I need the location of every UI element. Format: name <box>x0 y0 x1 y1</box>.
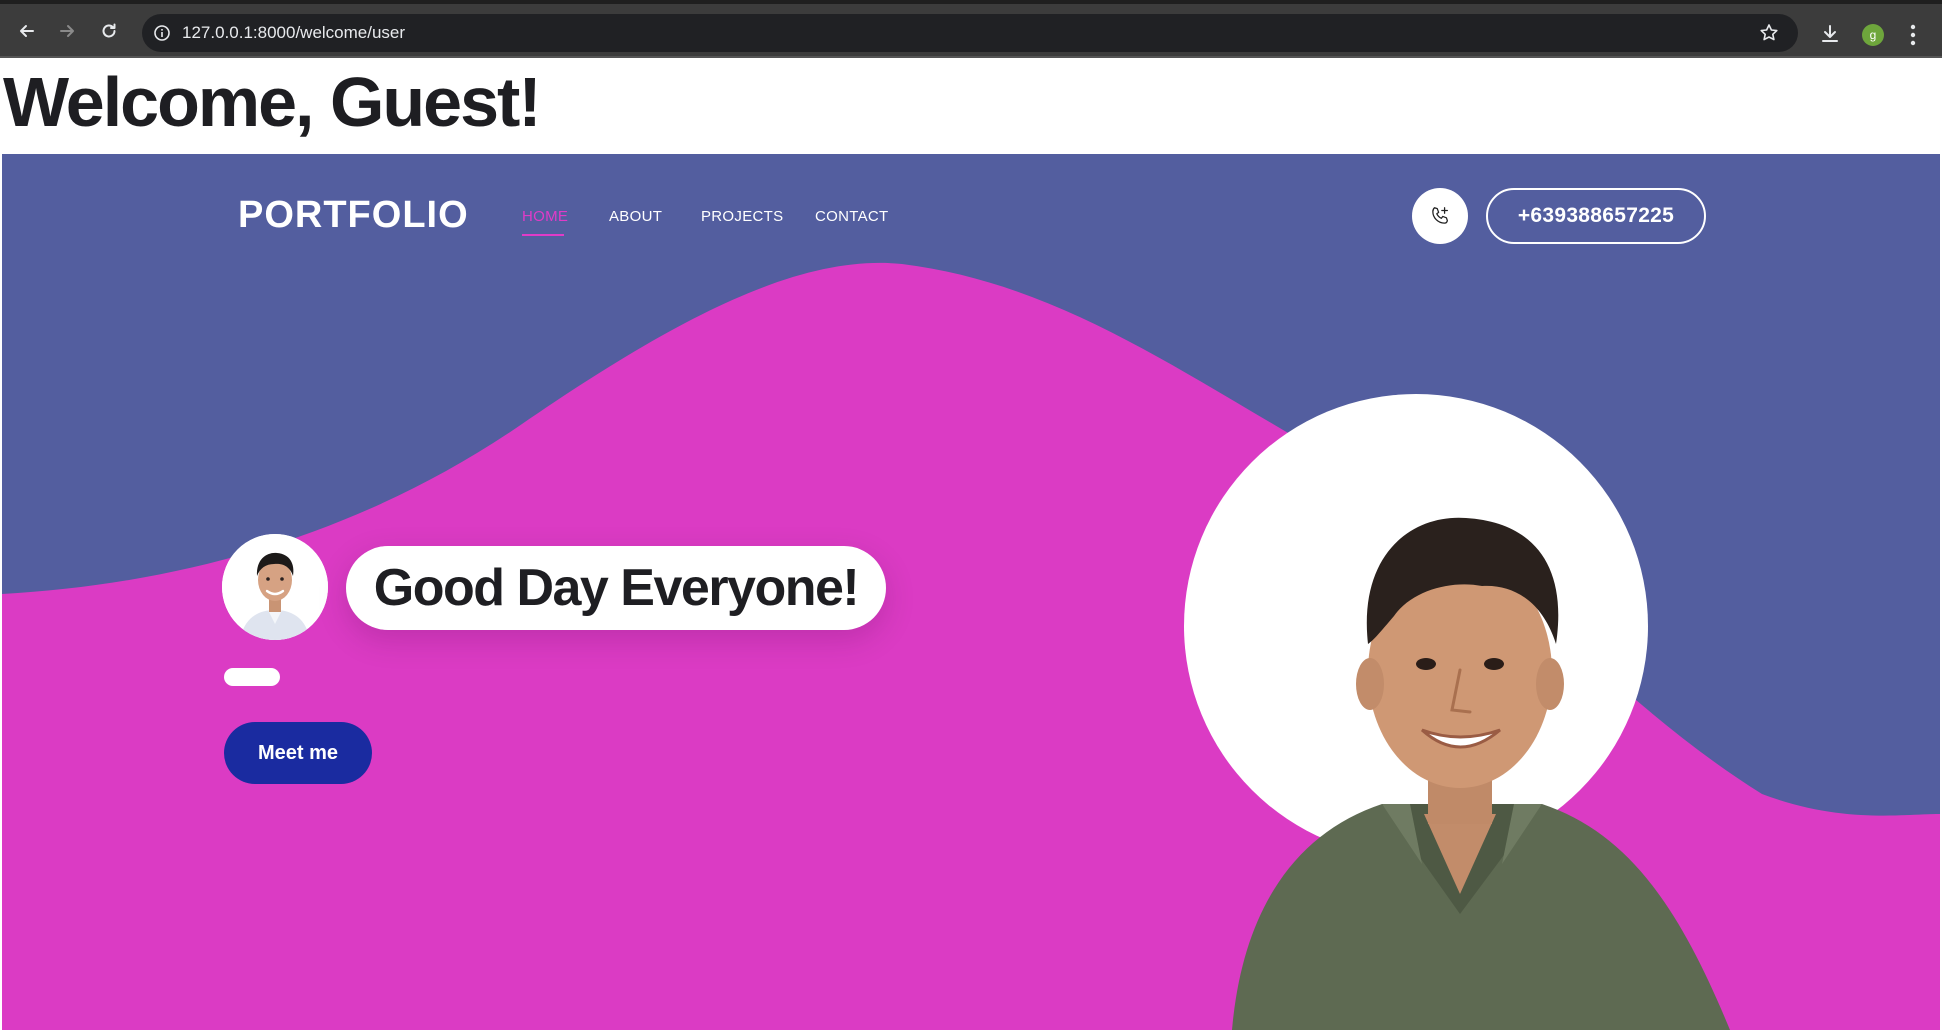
call-button[interactable] <box>1412 188 1468 244</box>
bookmark-star-icon[interactable] <box>1758 22 1780 44</box>
phone-call-icon <box>1432 207 1448 224</box>
browser-toolbar: 127.0.0.1:8000/welcome/user g <box>0 0 1942 58</box>
avatar <box>222 534 328 640</box>
greeting-text: Good Day Everyone! <box>373 559 860 617</box>
nav-active-underline <box>522 234 564 236</box>
nav-link-home[interactable]: HOME <box>522 208 568 225</box>
nav-link-about[interactable]: ABOUT <box>609 208 662 225</box>
site-info-icon[interactable] <box>152 23 172 43</box>
nav-link-contact[interactable]: CONTACT <box>815 208 888 225</box>
page-title: Welcome, Guest! <box>3 63 542 141</box>
more-menu-icon[interactable] <box>1903 22 1923 48</box>
hero-section: PORTFOLIO HOME ABOUT PROJECTS CONTACT +6… <box>2 154 1940 1030</box>
forward-button[interactable] <box>54 18 80 44</box>
url-text[interactable]: 127.0.0.1:8000/welcome/user <box>182 23 405 43</box>
meet-me-button[interactable]: Meet me <box>224 722 372 784</box>
download-icon[interactable] <box>1818 22 1842 46</box>
back-arrow-icon <box>20 25 34 37</box>
reload-icon <box>102 23 116 38</box>
reload-button[interactable] <box>96 18 122 44</box>
profile-avatar[interactable]: g <box>1862 24 1884 46</box>
address-bar[interactable]: 127.0.0.1:8000/welcome/user <box>142 14 1798 52</box>
forward-arrow-icon <box>60 25 74 37</box>
decorative-pill <box>224 668 280 686</box>
back-button[interactable] <box>14 18 40 44</box>
nav-link-projects[interactable]: PROJECTS <box>701 208 783 225</box>
site-logo[interactable]: PORTFOLIO <box>238 194 469 237</box>
profile-portrait <box>1184 394 1730 1030</box>
greeting-banner: Good Day Everyone! <box>346 546 886 630</box>
phone-number-button[interactable]: +639388657225 <box>1486 188 1706 244</box>
